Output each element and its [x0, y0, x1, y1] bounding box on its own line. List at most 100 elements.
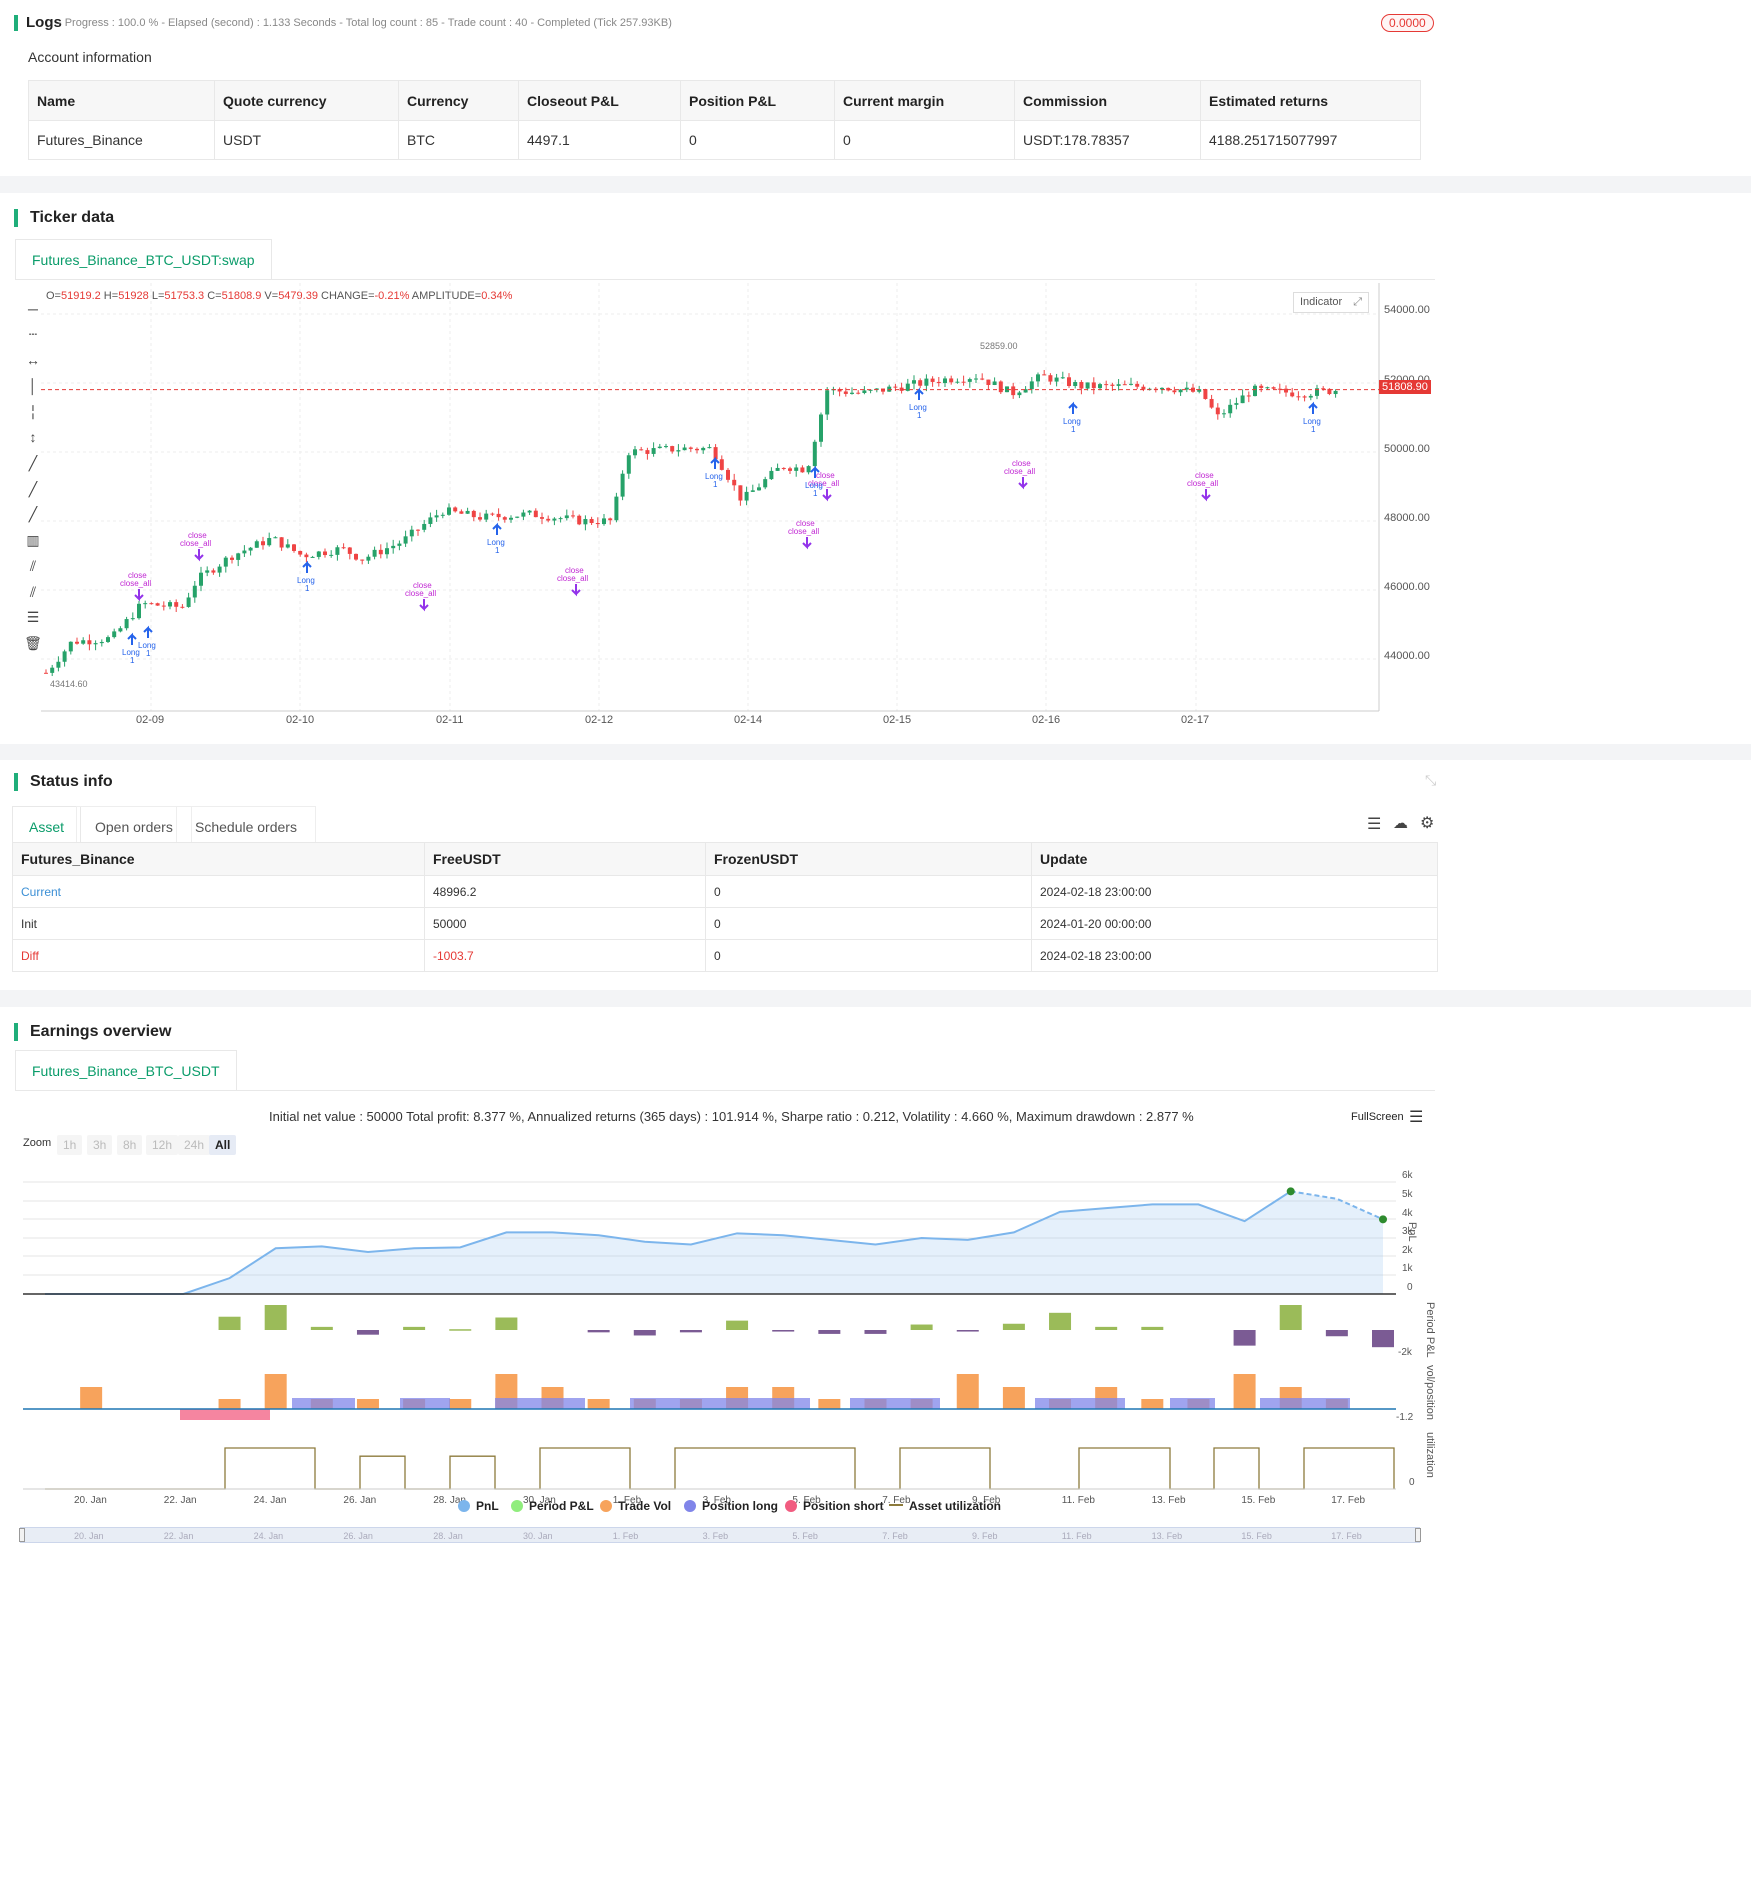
pnl-tick: 5k: [1402, 1189, 1413, 1200]
settings-icon[interactable]: ⚙: [1420, 813, 1434, 833]
marker-close-all-label: close_all: [1004, 467, 1035, 476]
list-icon[interactable]: ☰: [1367, 814, 1381, 834]
legend-dot: [600, 1500, 612, 1512]
zoom-12h[interactable]: 12h: [146, 1135, 179, 1155]
ticker-title: Ticker data: [14, 209, 114, 227]
candle-body: [366, 556, 371, 561]
marker-long-arrow: [127, 632, 137, 645]
tab-earnings-symbol[interactable]: Futures_Binance_BTC_USDT: [15, 1050, 237, 1090]
legend-position-long[interactable]: Position long: [684, 1499, 778, 1513]
position-long-bar: [1170, 1398, 1215, 1409]
candle-body: [893, 386, 898, 388]
earnings-chart[interactable]: [0, 1162, 1420, 1512]
legend-position-short[interactable]: Position short: [785, 1499, 884, 1513]
table-row: Diff -1003.7 0 2024-02-18 23:00:00: [12, 939, 1438, 972]
pnl-tick: 4k: [1402, 1208, 1413, 1219]
account-title: Account information: [28, 49, 152, 65]
menu-icon[interactable]: ☰: [1409, 1107, 1423, 1127]
candle-body: [1116, 384, 1121, 386]
candle-body: [602, 518, 606, 525]
candle-body: [465, 510, 470, 514]
zoom-8h[interactable]: 8h: [117, 1135, 143, 1155]
period-pnl-bar: [403, 1326, 426, 1330]
candle-body: [1333, 390, 1338, 395]
cloud-download-icon[interactable]: ☁: [1393, 814, 1408, 832]
logs-badge: 0.0000: [1381, 14, 1434, 32]
tab-asset[interactable]: Asset: [12, 806, 82, 846]
tab-ticker-symbol[interactable]: Futures_Binance_BTC_USDT:swap: [15, 239, 272, 279]
period-pnl-bar: [1325, 1330, 1348, 1337]
tab-schedule-orders[interactable]: Schedule orders: [176, 806, 316, 846]
candle-body: [980, 378, 985, 380]
tab-underline: [15, 1090, 1435, 1091]
candle-body: [856, 392, 861, 394]
legend-label: PnL: [476, 1499, 499, 1513]
candle-body: [719, 459, 724, 470]
candle-body: [726, 469, 730, 480]
legend-asset-utilization[interactable]: Asset utilization: [889, 1499, 1001, 1513]
price-tick: 44000.00: [1384, 650, 1430, 662]
candle-body: [769, 470, 774, 480]
account-table-header: Name Quote currency Currency Closeout P&…: [28, 80, 1421, 121]
candle-body: [124, 619, 129, 629]
pnl-tick: 1k: [1402, 1263, 1413, 1274]
zoom-1h[interactable]: 1h: [57, 1135, 83, 1155]
navigator-date-tick: 3. Feb: [702, 1531, 729, 1541]
candle-body: [341, 547, 346, 549]
navigator-date-tick: 20. Jan: [74, 1531, 104, 1541]
zoom-all[interactable]: All: [209, 1135, 237, 1155]
candle-body: [298, 550, 303, 555]
util-tick: 0: [1409, 1477, 1415, 1488]
position-long-bar: [630, 1398, 810, 1409]
price-tick: 54000.00: [1384, 304, 1430, 316]
tab-open-orders[interactable]: Open orders: [76, 806, 192, 846]
candle-body: [1036, 374, 1040, 382]
fullscreen-button[interactable]: FullScreen: [1351, 1111, 1404, 1123]
period-pnl-bar: [587, 1330, 610, 1333]
candle-body: [205, 570, 210, 573]
collapse-icon[interactable]: ⤡: [1425, 772, 1436, 789]
legend-label: Position long: [702, 1499, 778, 1513]
row-label-current[interactable]: Current: [12, 875, 425, 908]
candle-body: [1104, 384, 1109, 386]
pnl-tick: 0: [1407, 1282, 1413, 1293]
candle-body: [236, 553, 241, 560]
zoom-3h[interactable]: 3h: [87, 1135, 113, 1155]
period-pnl-bar: [1233, 1330, 1256, 1346]
candle-body: [155, 603, 160, 606]
candle-body: [130, 618, 135, 620]
candle-body: [533, 510, 538, 518]
trade-vol-bar: [1233, 1374, 1256, 1409]
navigator-date-tick: 7. Feb: [882, 1531, 908, 1541]
candle-body: [385, 548, 389, 555]
candle-body: [949, 378, 954, 383]
navigator-handle-left[interactable]: [19, 1528, 25, 1542]
candle-body: [292, 544, 296, 551]
candle-body: [850, 392, 854, 394]
logs-panel: Logs - Progress : 100.0 % - Elapsed (sec…: [0, 0, 1751, 176]
candle-body: [1048, 375, 1053, 382]
candle-body: [1222, 413, 1226, 415]
candle-body: [843, 391, 848, 394]
candle-body: [1253, 385, 1257, 397]
marker-long-count: 1: [146, 649, 151, 658]
marker-close-all-label: close_all: [120, 579, 151, 588]
period-pnl-bar: [1372, 1330, 1394, 1348]
candle-body: [670, 446, 675, 452]
candle-body: [552, 518, 557, 521]
position-long-bar: [1035, 1398, 1125, 1409]
candlestick-chart[interactable]: closeclose_allcloseclose_allcloseclose_a…: [0, 283, 1420, 723]
candle-body: [825, 390, 830, 415]
candle-body: [186, 597, 191, 607]
navigator-handle-right[interactable]: [1415, 1528, 1421, 1542]
legend-trade-vol[interactable]: Trade Vol: [600, 1499, 671, 1513]
legend-period-pnl[interactable]: Period P&L: [511, 1499, 594, 1513]
price-tick: 50000.00: [1384, 443, 1430, 455]
candle-body: [1067, 377, 1071, 386]
legend-pnl[interactable]: PnL: [458, 1499, 499, 1513]
period-pnl-bar: [310, 1326, 333, 1330]
zoom-24h[interactable]: 24h: [178, 1135, 211, 1155]
candle-body: [378, 549, 383, 555]
candle-body: [1265, 387, 1270, 389]
navigator-date-tick: 24. Jan: [253, 1531, 284, 1541]
